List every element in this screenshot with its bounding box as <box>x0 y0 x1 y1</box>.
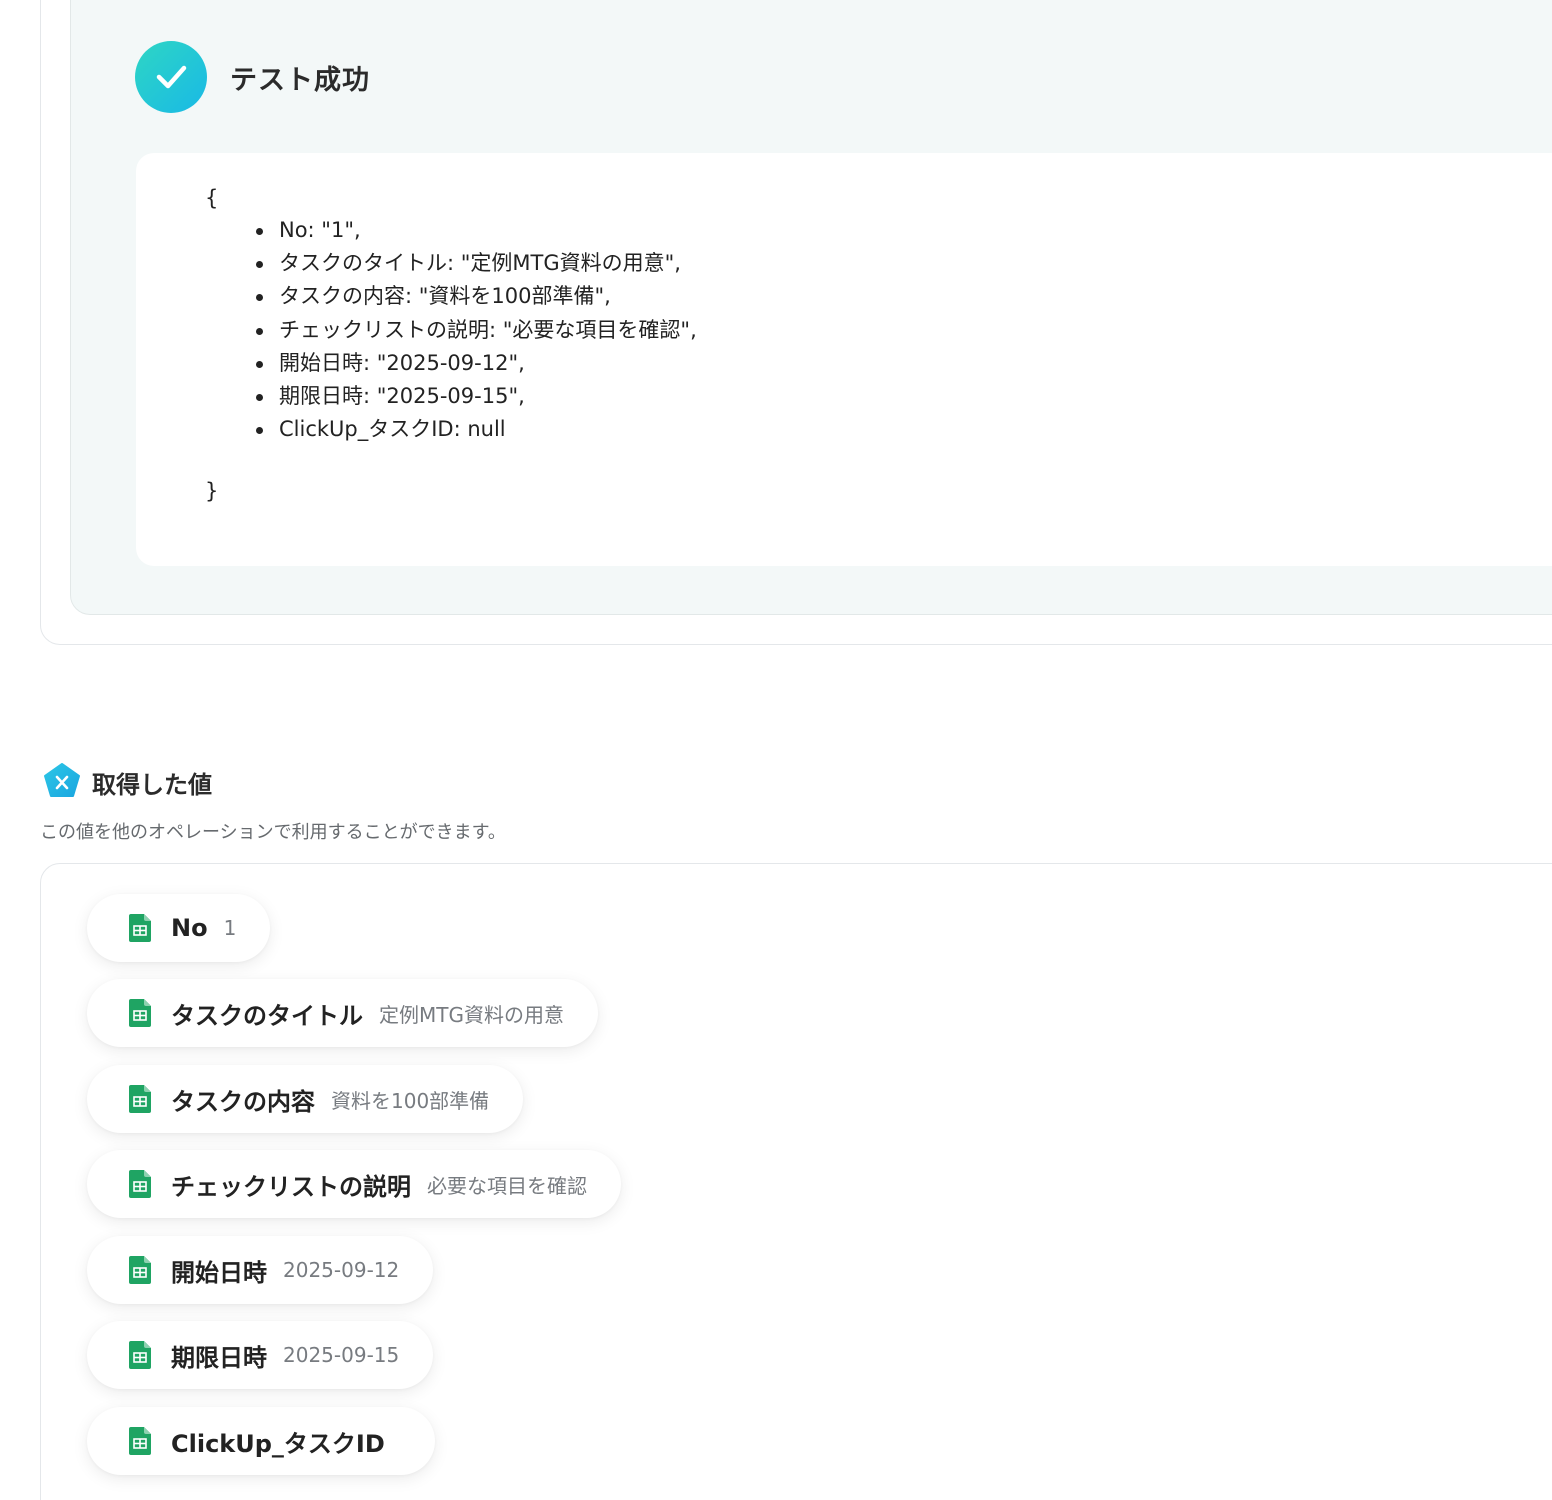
value-chip-label: No <box>171 914 208 942</box>
value-chip-no[interactable]: No 1 <box>87 894 271 962</box>
page: テスト成功 { No: "1", タスクのタイトル: "定例MTG資料の用意",… <box>0 0 1552 1500</box>
json-line: 期限日時: "2025-09-15", <box>255 380 697 413</box>
acquired-values-title: 取得した値 <box>92 771 212 799</box>
google-sheets-icon <box>129 1085 151 1113</box>
json-line: ClickUp_タスクID: null <box>255 413 697 446</box>
value-chip-due-date[interactable]: 期限日時 2025-09-15 <box>87 1321 434 1389</box>
check-icon <box>135 41 207 113</box>
json-line: タスクのタイトル: "定例MTG資料の用意", <box>255 247 697 280</box>
json-field-list: No: "1", タスクのタイトル: "定例MTG資料の用意", タスクの内容:… <box>255 214 697 446</box>
json-brace-open: { <box>205 186 219 210</box>
google-sheets-icon <box>129 999 151 1027</box>
acquired-values-description: この値を他のオペレーションで利用することができます。 <box>40 822 506 843</box>
value-chip-value: 定例MTG資料の用意 <box>379 1002 564 1027</box>
value-chip-label: タスクのタイトル <box>171 1001 363 1030</box>
value-chip-task-content[interactable]: タスクの内容 資料を100部準備 <box>87 1065 524 1133</box>
json-line: No: "1", <box>255 214 697 247</box>
value-chip-label: 期限日時 <box>171 1343 267 1372</box>
value-chip-label: 開始日時 <box>171 1258 267 1287</box>
value-chip-value: 2025-09-15 <box>283 1343 400 1367</box>
value-chip-checklist-description[interactable]: チェックリストの説明 必要な項目を確認 <box>87 1150 621 1218</box>
json-line: 開始日時: "2025-09-12", <box>255 347 697 380</box>
value-chip-value: 1 <box>223 916 237 940</box>
value-chip-label: タスクの内容 <box>171 1087 315 1116</box>
value-chip-label: チェックリストの説明 <box>171 1172 411 1201</box>
value-chip-clickup-task-id[interactable]: ClickUp_タスクID <box>87 1407 435 1475</box>
value-chip-start-date[interactable]: 開始日時 2025-09-12 <box>87 1236 434 1304</box>
json-line: タスクの内容: "資料を100部準備", <box>255 280 697 313</box>
value-chip-value: 資料を100部準備 <box>331 1088 490 1113</box>
google-sheets-icon <box>129 1427 151 1455</box>
google-sheets-icon <box>129 914 151 942</box>
google-sheets-icon <box>129 1170 151 1198</box>
google-sheets-icon <box>129 1256 151 1284</box>
test-success-title: テスト成功 <box>230 65 370 96</box>
google-sheets-icon <box>129 1341 151 1369</box>
value-chip-task-title[interactable]: タスクのタイトル 定例MTG資料の用意 <box>87 979 598 1047</box>
json-line: チェックリストの説明: "必要な項目を確認", <box>255 314 697 347</box>
value-chip-label: ClickUp_タスクID <box>171 1429 385 1458</box>
value-chip-value: 2025-09-12 <box>283 1258 400 1282</box>
json-brace-close: } <box>205 479 219 503</box>
value-chip-value: 必要な項目を確認 <box>427 1173 587 1198</box>
variable-icon <box>43 762 81 800</box>
